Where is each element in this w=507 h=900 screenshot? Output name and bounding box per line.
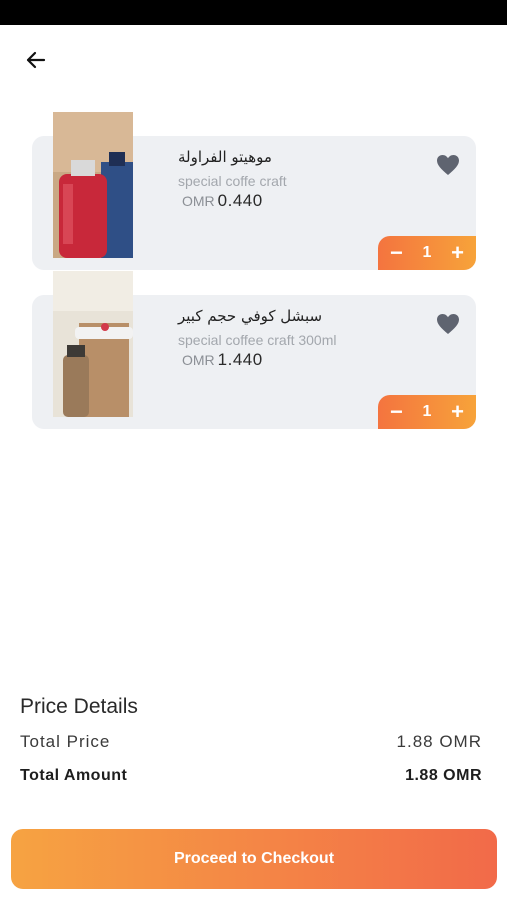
- product-description: special coffee craft 300ml: [178, 332, 337, 348]
- increase-quantity-button[interactable]: +: [451, 401, 464, 423]
- status-bar: [0, 0, 507, 25]
- total-amount-row: Total Amount 1.88 OMR: [20, 767, 482, 785]
- quantity-stepper: − 1 +: [378, 236, 476, 270]
- total-price-label: Total Price: [20, 732, 111, 751]
- quantity-value: 1: [422, 244, 432, 261]
- product-price: OMR 0.440: [182, 191, 263, 211]
- cart-item: موهيتو الفراولة special coffe craft OMR 0…: [32, 112, 476, 270]
- total-amount-value: 1.88 OMR: [405, 767, 482, 784]
- product-name: سبشل كوفي حجم كبير: [178, 307, 323, 325]
- total-amount-label: Total Amount: [20, 767, 128, 784]
- product-image-special-coffee[interactable]: [53, 271, 133, 417]
- currency-label: OMR: [182, 352, 215, 368]
- currency-label: OMR: [182, 193, 215, 209]
- decrease-quantity-button[interactable]: −: [390, 242, 403, 264]
- price-value: 1.440: [217, 350, 263, 369]
- product-price: OMR 1.440: [182, 350, 263, 370]
- arrow-left-icon: [26, 51, 46, 69]
- back-button[interactable]: [20, 44, 52, 76]
- product-description: special coffe craft: [178, 173, 287, 189]
- product-name: موهيتو الفراولة: [178, 148, 272, 166]
- quantity-stepper: − 1 +: [378, 395, 476, 429]
- decrease-quantity-button[interactable]: −: [390, 401, 403, 423]
- quantity-value: 1: [422, 403, 432, 420]
- favorite-button[interactable]: [436, 313, 460, 335]
- favorite-button[interactable]: [436, 154, 460, 176]
- heart-icon: [437, 155, 459, 175]
- total-price-row: Total Price 1.88 OMR: [20, 732, 482, 752]
- increase-quantity-button[interactable]: +: [451, 242, 464, 264]
- proceed-to-checkout-button[interactable]: Proceed to Checkout: [11, 829, 497, 889]
- cart-item: سبشل كوفي حجم كبير special coffee craft …: [32, 271, 476, 429]
- total-price-value: 1.88 OMR: [396, 732, 482, 751]
- heart-icon: [437, 314, 459, 334]
- product-image-mojito[interactable]: [53, 112, 133, 258]
- price-value: 0.440: [217, 191, 263, 210]
- price-details-heading: Price Details: [20, 695, 138, 718]
